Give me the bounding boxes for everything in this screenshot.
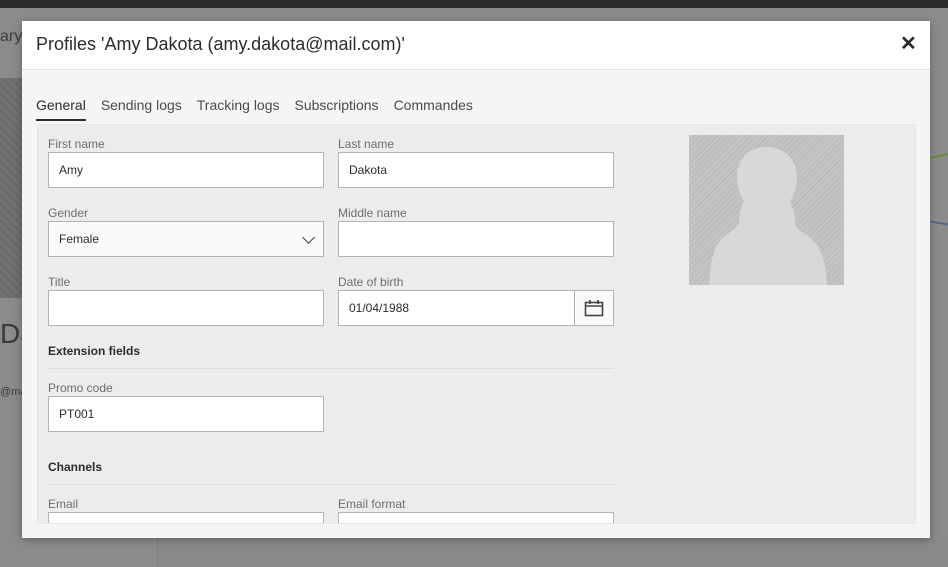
background-footer [157,538,948,567]
background-topbar [0,0,948,8]
section-divider [48,368,614,369]
tab-general[interactable]: General [36,95,86,121]
dialog-title: Profiles 'Amy Dakota (amy.dakota@mail.co… [36,34,405,54]
date-of-birth-label: Date of birth [338,275,404,289]
promo-code-label: Promo code [48,381,113,395]
title-label: Title [48,275,71,289]
close-icon: ✕ [900,33,917,55]
gender-value: Female [59,232,100,246]
tab-tracking-logs[interactable]: Tracking logs [197,95,280,121]
last-name-label: Last name [338,137,395,151]
section-divider [48,484,614,485]
profile-avatar[interactable] [689,135,844,285]
extension-fields-heading: Extension fields [48,344,141,358]
date-picker-button[interactable] [574,290,614,326]
tab-sending-logs[interactable]: Sending logs [101,95,182,121]
middle-name-label: Middle name [338,206,407,220]
general-panel: First name Amy Last name Dakota Gender F… [37,124,916,524]
chevron-down-icon [302,231,315,244]
background-image [0,78,22,298]
close-button[interactable]: ✕ [900,33,917,55]
email-format-field[interactable] [338,512,614,523]
profile-dialog: Profiles 'Amy Dakota (amy.dakota@mail.co… [22,21,930,538]
channels-heading: Channels [48,460,103,474]
promo-code-field[interactable]: PT001 [48,396,324,432]
title-field[interactable] [48,290,324,326]
person-silhouette-icon [709,147,827,285]
gender-select[interactable]: Female [48,221,324,257]
middle-name-field[interactable] [338,221,614,257]
tab-bar: General Sending logs Tracking logs Subsc… [36,95,488,125]
tab-commandes[interactable]: Commandes [394,95,473,121]
email-format-label: Email format [338,497,406,511]
tab-subscriptions[interactable]: Subscriptions [295,95,379,121]
last-name-field[interactable]: Dakota [338,152,614,188]
email-field[interactable] [48,512,324,523]
background-text: ary [0,28,23,45]
first-name-label: First name [48,137,105,151]
date-of-birth-field[interactable]: 01/04/1988 [338,290,575,326]
email-label: Email [48,497,79,511]
dialog-header: Profiles 'Amy Dakota (amy.dakota@mail.co… [22,21,930,70]
gender-label: Gender [48,206,89,220]
first-name-field[interactable]: Amy [48,152,324,188]
calendar-icon [584,300,604,317]
